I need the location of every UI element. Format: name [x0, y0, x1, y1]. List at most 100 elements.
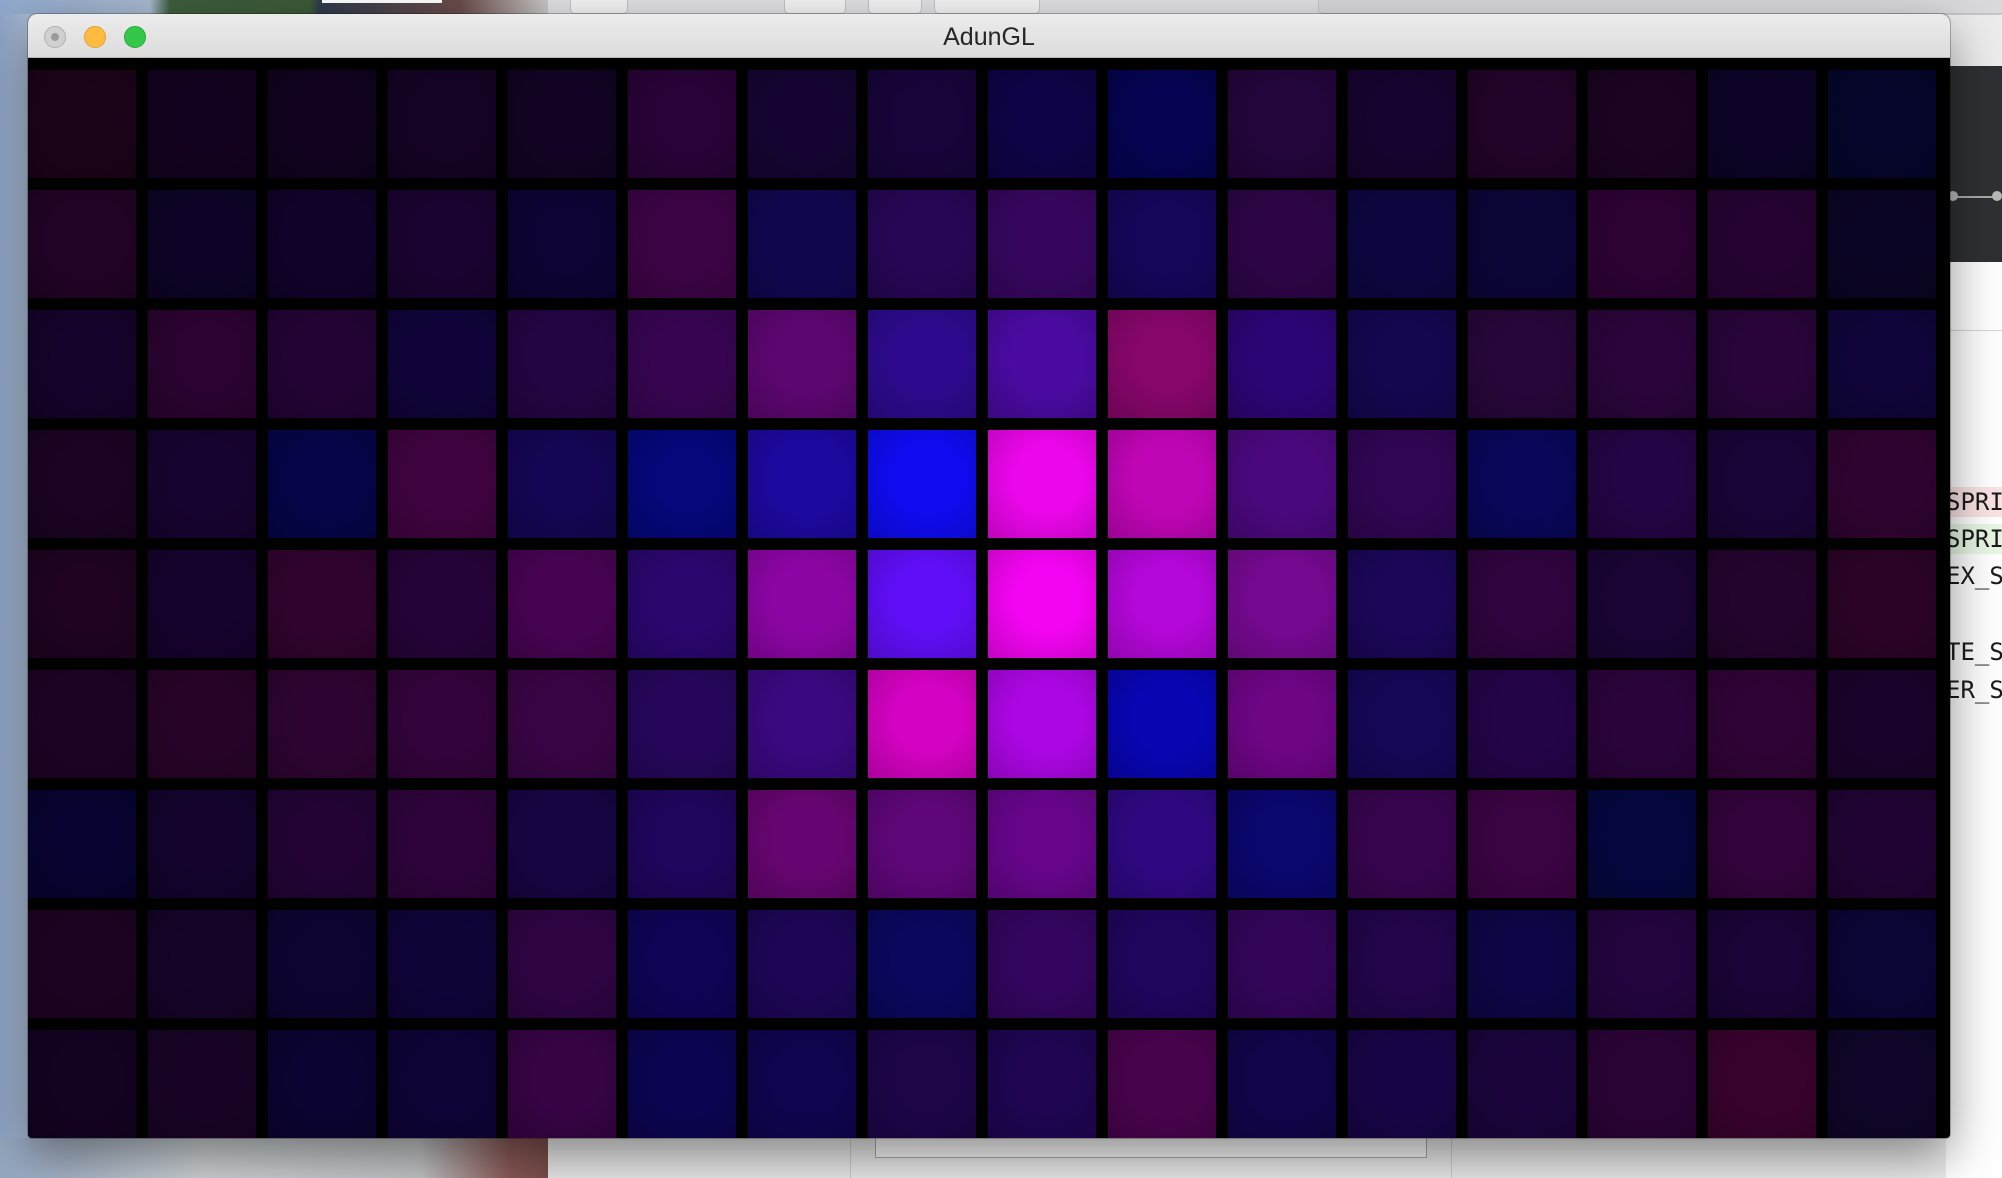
grid-tile — [1588, 910, 1696, 1018]
grid-tile — [28, 550, 136, 658]
grid-tile — [508, 550, 616, 658]
grid-tile — [388, 310, 496, 418]
background-code-line: TE_S — [1946, 638, 2002, 666]
background-code-line: SPRI — [1946, 487, 2002, 517]
grid-tile — [748, 790, 856, 898]
grid-tile — [868, 190, 976, 298]
grid-tile — [868, 790, 976, 898]
adungl-window: AdunGL — [28, 14, 1950, 1138]
grid-tile — [268, 670, 376, 778]
grid-tile — [988, 1030, 1096, 1138]
grid-tile — [1468, 790, 1576, 898]
grid-tile — [508, 1030, 616, 1138]
background-toolbar-button[interactable] — [570, 0, 628, 14]
grid-tile — [388, 190, 496, 298]
grid-tile — [868, 670, 976, 778]
grid-tile — [1828, 430, 1936, 538]
grid-tile — [1588, 550, 1696, 658]
background-slider-knob[interactable] — [1992, 191, 2002, 201]
grid-tile — [1828, 910, 1936, 1018]
grid-tile — [1348, 790, 1456, 898]
grid-tile — [1348, 1030, 1456, 1138]
grid-tile — [988, 910, 1096, 1018]
grid-tile — [268, 1030, 376, 1138]
background-toolbar-button[interactable] — [784, 0, 846, 14]
grid-tile — [1828, 550, 1936, 658]
grid-tile — [868, 550, 976, 658]
grid-tile — [1468, 430, 1576, 538]
background-frame — [850, 1138, 1452, 1178]
background-window-strip — [0, 0, 548, 14]
grid-tile — [1588, 430, 1696, 538]
grid-tile — [1468, 70, 1576, 178]
grid-tile — [1348, 70, 1456, 178]
grid-tile — [1708, 1030, 1816, 1138]
grid-tile — [868, 910, 976, 1018]
grid-tile — [748, 1030, 856, 1138]
opengl-canvas[interactable] — [28, 58, 1950, 1138]
grid-tile — [748, 310, 856, 418]
background-toolbar-button[interactable] — [934, 0, 1040, 14]
background-slider-track[interactable] — [1952, 196, 1996, 198]
grid-tile — [1828, 1030, 1936, 1138]
grid-tile — [628, 670, 736, 778]
grid-tile — [748, 190, 856, 298]
grid-tile — [1468, 670, 1576, 778]
grid-tile — [628, 1030, 736, 1138]
grid-tile — [748, 550, 856, 658]
grid-tile — [628, 790, 736, 898]
grid-tile — [988, 70, 1096, 178]
grid-tile — [1228, 310, 1336, 418]
grid-tile — [1108, 310, 1216, 418]
grid-tile — [1708, 310, 1816, 418]
grid-tile — [508, 430, 616, 538]
grid-tile — [988, 430, 1096, 538]
grid-tile — [148, 670, 256, 778]
grid-tile — [748, 430, 856, 538]
background-dark-panel — [1946, 66, 2002, 262]
grid-tile — [508, 910, 616, 1018]
grid-tile — [868, 310, 976, 418]
grid-tile — [1228, 550, 1336, 658]
grid-tile — [1828, 310, 1936, 418]
grid-tile — [1348, 670, 1456, 778]
grid-tile — [508, 790, 616, 898]
grid-tile — [1588, 670, 1696, 778]
grid-tile — [508, 310, 616, 418]
grid-tile — [628, 430, 736, 538]
grid-tile — [148, 190, 256, 298]
grid-tile — [1228, 70, 1336, 178]
grid-tile — [1108, 670, 1216, 778]
grid-tile — [268, 430, 376, 538]
grid-tile — [1348, 550, 1456, 658]
grid-tile — [268, 790, 376, 898]
grid-tile — [388, 1030, 496, 1138]
grid-tile — [748, 910, 856, 1018]
grid-tile — [868, 1030, 976, 1138]
grid-tile — [1228, 190, 1336, 298]
grid-tile — [1588, 310, 1696, 418]
background-window-bar — [322, 0, 442, 3]
grid-tile — [148, 550, 256, 658]
grid-tile — [268, 190, 376, 298]
window-titlebar[interactable]: AdunGL — [28, 14, 1950, 58]
background-editor-panel — [1946, 262, 2002, 1178]
grid-tile — [628, 190, 736, 298]
grid-tile — [988, 670, 1096, 778]
background-toolbar-button[interactable] — [868, 0, 922, 14]
grid-tile — [28, 670, 136, 778]
grid-tile — [988, 190, 1096, 298]
grid-tile — [1588, 190, 1696, 298]
grid-tile — [628, 310, 736, 418]
grid-tile — [1108, 1030, 1216, 1138]
grid-tile — [1348, 430, 1456, 538]
grid-tile — [148, 310, 256, 418]
grid-tile — [1108, 430, 1216, 538]
grid-tile — [148, 790, 256, 898]
grid-tile — [1348, 310, 1456, 418]
grid-tile — [1228, 790, 1336, 898]
grid-tile — [988, 310, 1096, 418]
grid-tile — [1588, 70, 1696, 178]
grid-tile — [508, 670, 616, 778]
grid-tile — [508, 70, 616, 178]
